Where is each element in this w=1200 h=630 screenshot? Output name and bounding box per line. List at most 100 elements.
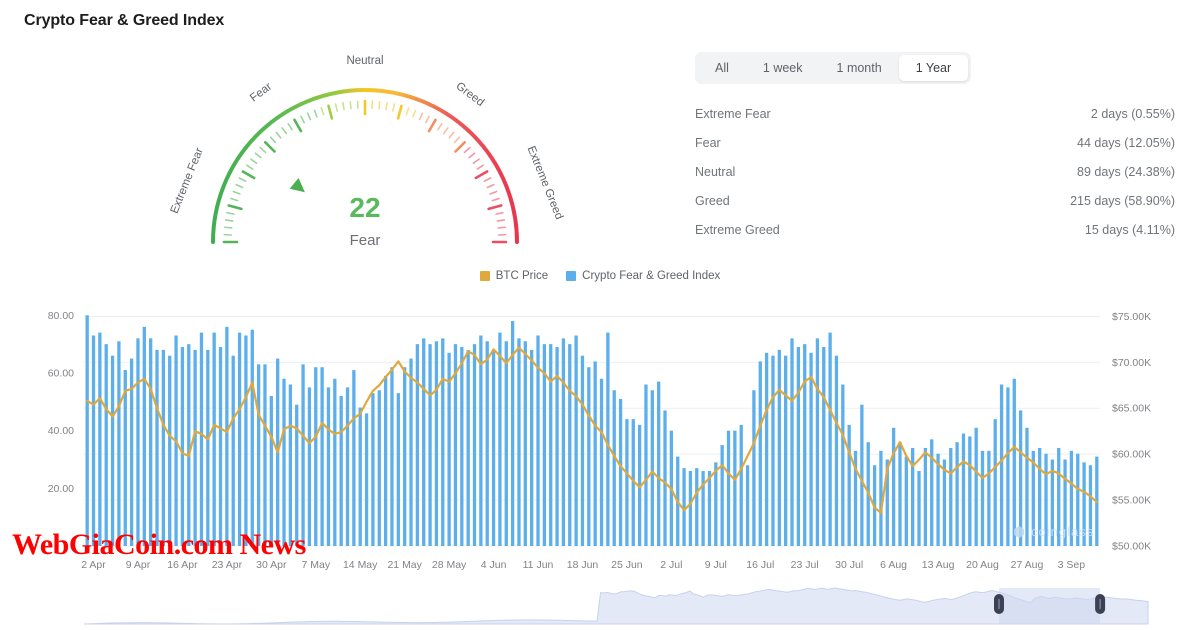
- chart-legend: BTC Price Crypto Fear & Greed Index: [0, 270, 1200, 282]
- navigator-svg[interactable]: [0, 586, 1200, 630]
- bar: [1000, 385, 1003, 546]
- coinglass-watermark-text: coinglass: [1031, 524, 1094, 539]
- bar: [365, 413, 368, 546]
- bar: [168, 356, 171, 546]
- bar: [740, 425, 743, 546]
- bar: [200, 333, 203, 546]
- bar: [644, 385, 647, 546]
- bar: [790, 338, 793, 546]
- navigator-area: [84, 588, 1148, 624]
- bar: [486, 341, 489, 546]
- bar: [435, 341, 438, 546]
- bar: [981, 451, 984, 546]
- bar: [92, 335, 95, 546]
- gauge-zone-label-greed: Greed: [453, 80, 486, 109]
- bar: [581, 356, 584, 546]
- y-axis-tick-label: 40.00: [48, 425, 74, 437]
- timeframe-tabs[interactable]: All1 week1 month1 Year: [695, 52, 971, 84]
- bar: [994, 419, 997, 546]
- stat-value: 15 days (4.11%): [1085, 223, 1175, 237]
- bar: [765, 353, 768, 546]
- bar: [105, 344, 108, 546]
- legend-swatch-icon: [480, 271, 490, 281]
- bar: [708, 471, 711, 546]
- coinglass-watermark: coinglass: [1012, 524, 1094, 539]
- site-watermark: WebGiaCoin.com News: [12, 528, 306, 562]
- bar: [257, 364, 260, 546]
- x-axis-tick-label: 25 Jun: [611, 559, 643, 571]
- bar: [340, 396, 343, 546]
- navigator-handle-right[interactable]: [1095, 594, 1105, 614]
- legend-item[interactable]: Crypto Fear & Greed Index: [566, 270, 720, 282]
- gauge-svg: Extreme Fear Fear Neutral Greed Extreme …: [150, 42, 580, 257]
- y-axis-right-tick-label: $65.00K: [1112, 403, 1151, 415]
- bar: [600, 379, 603, 546]
- bar: [206, 350, 209, 546]
- bar: [657, 382, 660, 546]
- bar: [314, 367, 317, 546]
- bar: [962, 434, 965, 546]
- bar: [860, 405, 863, 546]
- bar: [498, 333, 501, 546]
- timeframe-tab-1-month[interactable]: 1 month: [820, 55, 899, 81]
- classification-stats-table: Extreme Fear2 days (0.55%)Fear44 days (1…: [695, 100, 1175, 245]
- bar: [308, 387, 311, 546]
- chart-navigator[interactable]: [0, 586, 1200, 630]
- bar: [587, 367, 590, 546]
- timeframe-tab-1-year[interactable]: 1 Year: [899, 55, 968, 81]
- bar: [841, 385, 844, 546]
- bar: [524, 341, 527, 546]
- stat-label: Greed: [695, 194, 730, 208]
- legend-item[interactable]: BTC Price: [480, 270, 548, 282]
- bar: [771, 356, 774, 546]
- bar: [390, 367, 393, 546]
- timeframe-tab-1-week[interactable]: 1 week: [746, 55, 820, 81]
- stat-label: Extreme Fear: [695, 107, 771, 121]
- stat-row: Extreme Fear2 days (0.55%): [695, 100, 1175, 129]
- gauge-zone-label-fear: Fear: [248, 81, 274, 105]
- timeframe-tab-all[interactable]: All: [698, 55, 746, 81]
- coinglass-logo-icon: [1012, 525, 1026, 539]
- bar-series: [86, 315, 1099, 546]
- bar: [143, 327, 146, 546]
- bar: [193, 350, 196, 546]
- gauge-zone-label-neutral: Neutral: [346, 55, 383, 67]
- x-axis-tick-label: 13 Aug: [922, 559, 955, 571]
- bar: [651, 390, 654, 546]
- bar: [86, 315, 89, 546]
- navigator-selection[interactable]: [999, 588, 1100, 624]
- x-axis-tick-label: 27 Aug: [1011, 559, 1044, 571]
- y-axis-right-tick-label: $55.00K: [1112, 495, 1151, 507]
- x-axis-tick-label: 16 Jul: [746, 559, 774, 571]
- bar: [98, 333, 101, 546]
- stat-row: Greed215 days (58.90%): [695, 187, 1175, 216]
- bar: [155, 350, 158, 546]
- bar: [816, 338, 819, 546]
- bar: [930, 439, 933, 546]
- x-axis-tick-label: 3 Sep: [1058, 559, 1086, 571]
- bar: [809, 353, 812, 546]
- x-axis-tick-label: 6 Aug: [880, 559, 907, 571]
- y-axis-right-tick-label: $70.00K: [1112, 357, 1151, 369]
- bar: [238, 333, 241, 546]
- bar: [282, 379, 285, 546]
- bar: [695, 468, 698, 546]
- bar: [117, 341, 120, 546]
- bar: [416, 344, 419, 546]
- x-axis-tick-label: 14 May: [343, 559, 378, 571]
- bar: [759, 361, 762, 546]
- bar: [752, 390, 755, 546]
- bar: [333, 379, 336, 546]
- legend-swatch-icon: [566, 271, 576, 281]
- stat-value: 89 days (24.38%): [1077, 165, 1175, 179]
- navigator-handle-left[interactable]: [994, 594, 1004, 614]
- bar: [492, 350, 495, 546]
- x-axis-tick-label: 9 Jul: [705, 559, 727, 571]
- bar: [162, 350, 165, 546]
- x-axis-tick-label: 23 Jul: [791, 559, 819, 571]
- bar: [975, 428, 978, 546]
- x-axis-tick-label: 18 Jun: [567, 559, 599, 571]
- bar: [460, 347, 463, 546]
- fear-greed-gauge: Extreme Fear Fear Neutral Greed Extreme …: [150, 42, 580, 257]
- bar: [822, 347, 825, 546]
